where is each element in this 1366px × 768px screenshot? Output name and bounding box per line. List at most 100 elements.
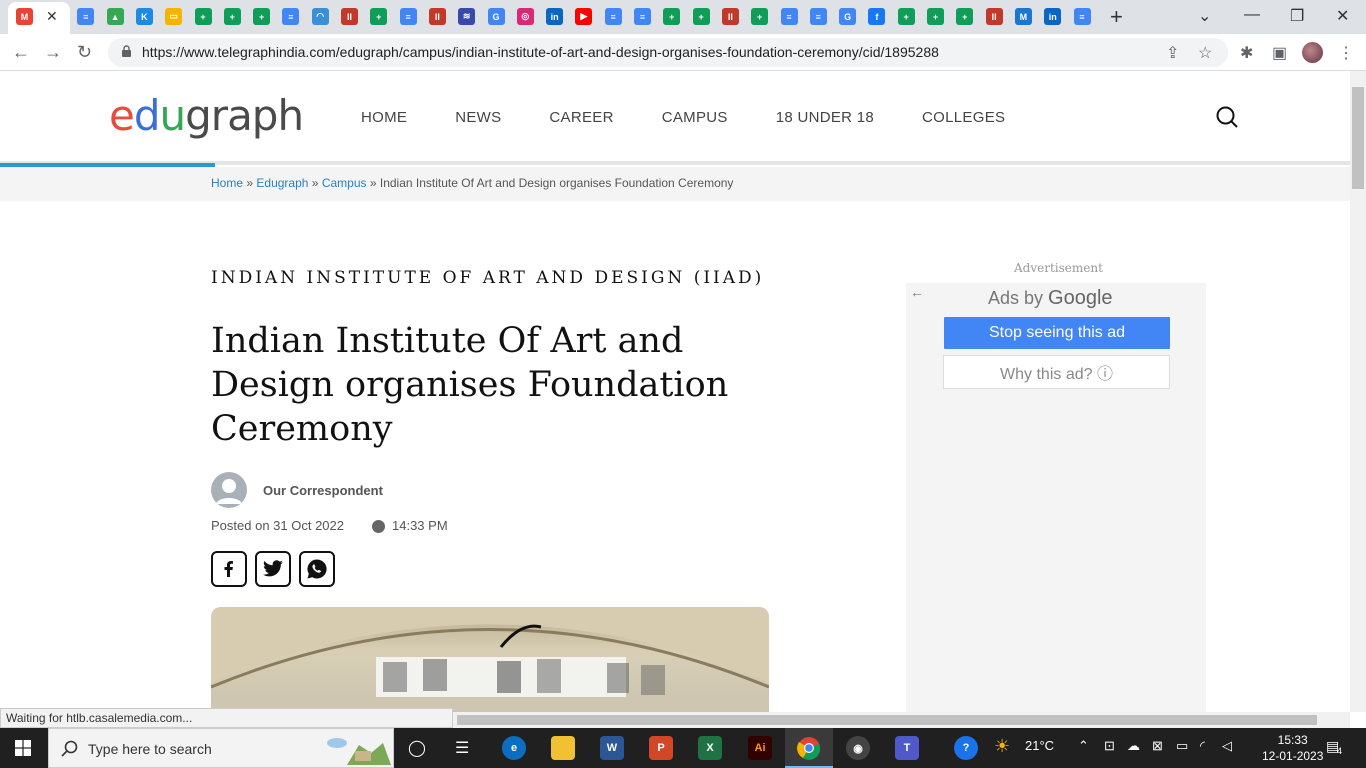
windows-start-icon[interactable] [15,740,31,756]
slides-icon[interactable]: ▭ [165,8,183,25]
address-bar[interactable]: https://www.telegraphindia.com/edugraph/… [108,38,1228,67]
help-icon[interactable]: ? [954,736,978,760]
iiad-icon[interactable]: II [341,8,358,25]
sheets-icon[interactable]: + [223,8,241,25]
sheets-icon[interactable]: + [956,8,974,25]
side-panel-icon[interactable]: ▣ [1272,43,1287,63]
chrome-taskbar-active[interactable] [785,728,833,768]
youtube-icon[interactable]: ▶ [575,8,593,25]
speed-icon[interactable]: ◠ [311,8,329,25]
docs-icon[interactable]: ≡ [780,8,798,25]
sheets-icon[interactable]: + [194,8,212,25]
powerpoint-icon[interactable]: P [649,736,673,760]
nav-career[interactable]: CAREER [549,109,613,126]
battery-icon[interactable]: ▭ [1176,738,1188,754]
drive-icon[interactable]: ▲ [106,8,124,25]
weather-temperature[interactable]: 21°C [1025,738,1054,753]
sheets-icon[interactable]: + [370,8,388,25]
excel-icon[interactable]: X [698,736,722,760]
ad-back-icon[interactable]: ← [910,284,924,300]
nav-campus[interactable]: CAMPUS [662,109,728,126]
extensions-icon[interactable]: ✱ [1240,43,1253,63]
weather-icon[interactable]: ☀ [994,736,1010,757]
instagram-icon[interactable]: ◎ [516,8,534,25]
docs-icon[interactable]: ≡ [399,8,417,25]
docs-icon[interactable]: ≡ [77,8,95,25]
stop-seeing-ad-button[interactable]: Stop seeing this ad [944,317,1170,349]
linkedin-icon[interactable]: in [1044,8,1062,25]
security-icon[interactable]: ⊠ [1152,738,1163,754]
close-window-button[interactable]: ✕ [1336,6,1349,26]
onedrive-icon[interactable]: ☁ [1127,738,1140,754]
reload-icon[interactable]: ↻ [77,42,92,63]
edugraph-logo[interactable]: edugraph [109,91,304,140]
crumb-campus[interactable]: Campus [322,176,367,190]
sheets-icon[interactable]: + [253,8,271,25]
sheets-icon[interactable]: + [751,8,769,25]
crumb-edugraph[interactable]: Edugraph [256,176,308,190]
nav-18-under-18[interactable]: 18 UNDER 18 [776,109,874,126]
search-icon[interactable] [1216,106,1238,128]
sheets-icon[interactable]: + [663,8,681,25]
hscroll-thumb[interactable] [457,715,1317,725]
tab-search-icon[interactable]: ⌄ [1198,6,1211,26]
google-icon[interactable]: G [839,8,857,25]
edge-icon[interactable]: e [502,736,526,760]
volume-icon[interactable]: ◁ [1222,738,1232,754]
widgets-icon[interactable]: ☰ [455,738,469,758]
camera-icon[interactable]: ⊡ [1104,738,1115,754]
taskbar-search[interactable]: Type here to search [48,728,394,768]
close-tab-icon[interactable]: ✕ [46,8,58,25]
iiad-icon[interactable]: II [428,8,446,25]
word-icon[interactable]: W [600,736,624,760]
linkedin-icon[interactable]: in [546,8,564,25]
whatsapp-share-button[interactable] [299,551,335,587]
docs-icon[interactable]: ≡ [282,8,300,25]
share-icon[interactable]: ⇪ [1166,43,1179,63]
author-name[interactable]: Our Correspondent [263,483,383,498]
crumb-home[interactable]: Home [211,176,243,190]
iiad-icon[interactable]: II [721,8,739,25]
nav-colleges[interactable]: COLLEGES [922,109,1005,126]
k-icon[interactable]: K [135,8,153,25]
docs-icon[interactable]: ≡ [1073,8,1091,25]
twitter-share-button[interactable] [255,551,291,587]
illustrator-icon[interactable]: Ai [748,736,772,760]
sheets-icon[interactable]: + [927,8,944,25]
gmail-icon[interactable]: M [16,8,33,25]
menu-icon[interactable]: ⋮ [1338,43,1354,63]
horizontal-scrollbar[interactable] [453,712,1350,728]
profile-avatar[interactable] [1302,42,1323,63]
iiad-icon[interactable]: II [985,8,1003,25]
nav-news[interactable]: NEWS [455,109,501,126]
chevron-up-icon[interactable]: ⌃ [1078,738,1089,754]
vertical-scrollbar[interactable] [1350,71,1366,712]
minimize-button[interactable]: — [1244,6,1260,24]
bookmark-star-icon[interactable]: ☆ [1198,43,1212,63]
stripes-icon[interactable]: ≋ [458,8,476,25]
restore-button[interactable]: ❐ [1290,6,1304,26]
facebook-icon[interactable]: f [868,8,886,25]
docs-icon[interactable]: ≡ [604,8,622,25]
back-icon[interactable]: ← [12,42,30,63]
why-this-ad-button[interactable]: Why this ad? ⓘ [943,355,1170,389]
sheets-icon[interactable]: + [692,8,710,25]
task-view-icon[interactable]: ◯ [408,738,426,758]
nav-home[interactable]: HOME [361,109,407,126]
article-kicker[interactable]: INDIAN INSTITUTE OF ART AND DESIGN (IIAD… [211,268,764,288]
chrome-profile-icon[interactable]: ◉ [846,736,870,760]
scrollbar-thumb[interactable] [1352,87,1364,189]
file-explorer-icon[interactable] [551,736,575,760]
wifi-icon[interactable]: ◜ [1200,738,1205,754]
teams-icon[interactable]: T [895,736,919,760]
google-icon[interactable]: G [487,8,505,25]
forward-icon[interactable]: → [44,42,62,63]
sheets-icon[interactable]: + [897,8,915,25]
new-tab-button[interactable]: + [1110,4,1123,30]
docs-icon[interactable]: ≡ [634,8,651,25]
m-icon[interactable]: M [1014,8,1032,25]
docs-icon[interactable]: ≡ [809,8,827,25]
taskbar-clock[interactable]: 15:33 12-01-2023 [1262,732,1323,764]
logo-rest: graph [185,91,304,140]
facebook-share-button[interactable] [211,551,247,587]
